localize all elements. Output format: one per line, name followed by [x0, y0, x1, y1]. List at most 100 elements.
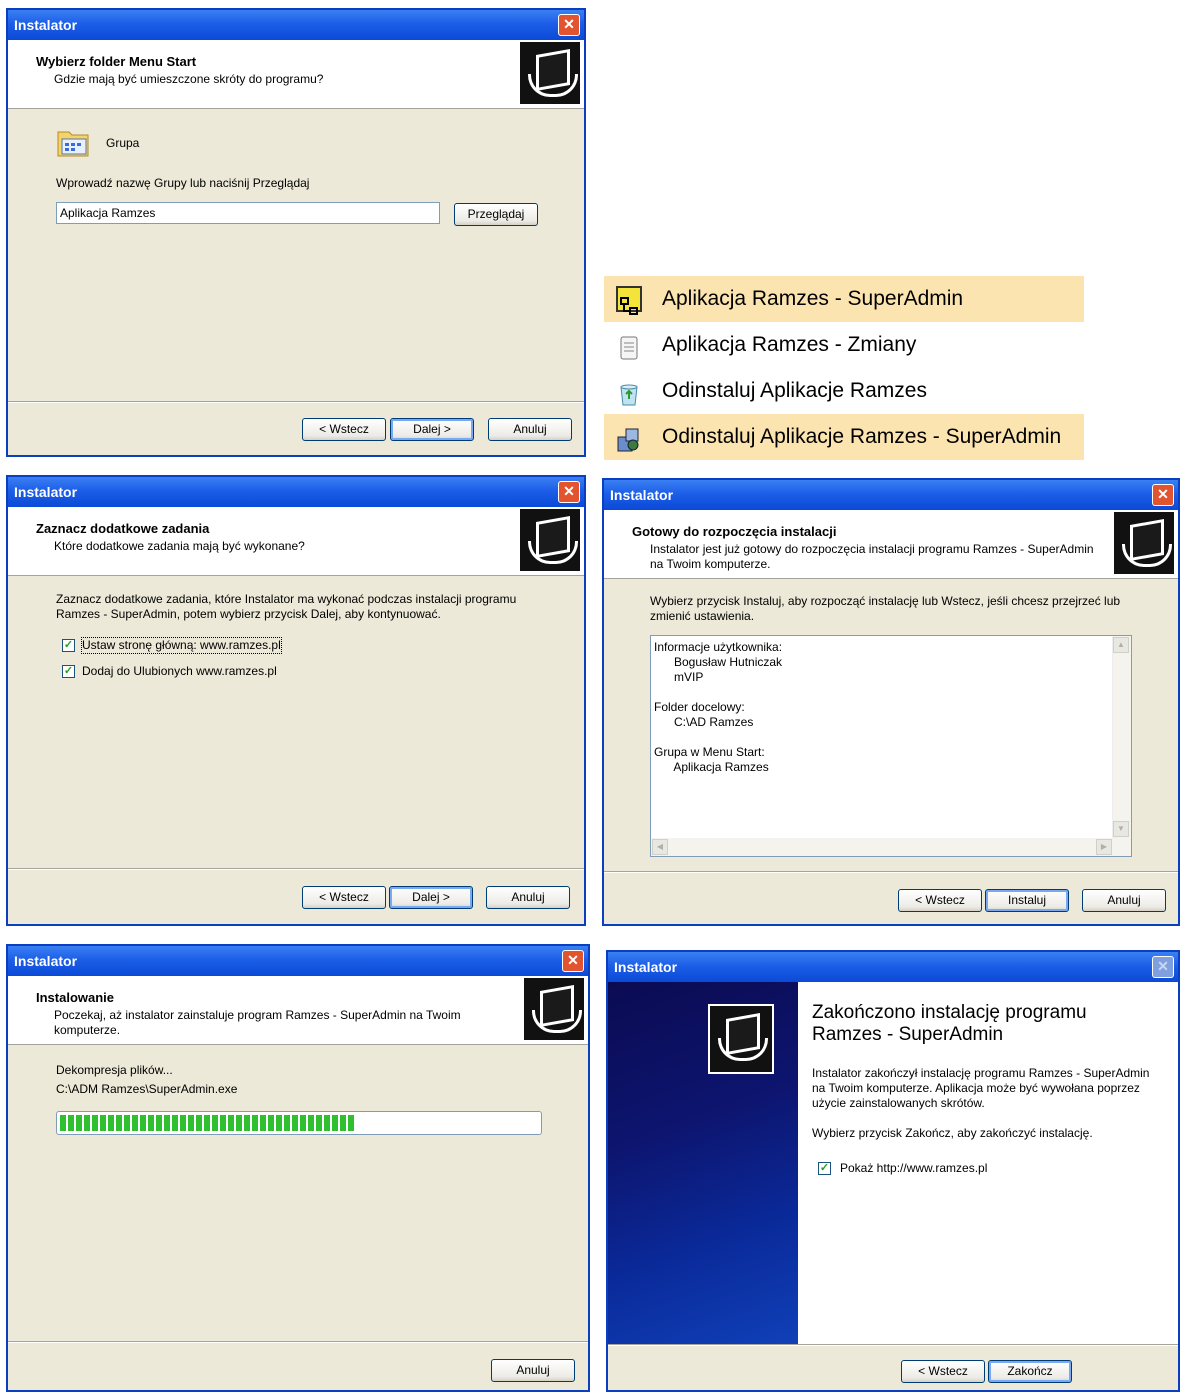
memo-line: C:\AD Ramzes	[654, 715, 754, 729]
page-subtitle: Gdzie mają być umieszczone skróty do pro…	[54, 72, 324, 86]
title-bar[interactable]: Instalator ✕	[8, 10, 584, 40]
scroll-left-icon[interactable]: ◀	[652, 839, 668, 855]
browse-button[interactable]: Przeglądaj	[454, 203, 538, 226]
favorites-task-label[interactable]: Dodaj do Ulubionych www.ramzes.pl	[82, 664, 277, 679]
close-button[interactable]: ✕	[1152, 484, 1174, 506]
progress-fill	[60, 1115, 357, 1131]
cancel-button[interactable]: Anuluj	[491, 1359, 575, 1382]
dialog-finished: Instalator ✕ Zakończono instalację progr…	[606, 950, 1180, 1392]
title-bar[interactable]: Instalator ✕	[604, 480, 1178, 510]
page-title: Instalowanie	[36, 990, 115, 1005]
page-subtitle: Które dodatkowe zadania mają być wykonan…	[54, 539, 305, 553]
memo-line: Grupa w Menu Start:	[654, 745, 765, 759]
finish-heading-line2: Ramzes - SuperAdmin	[812, 1024, 1004, 1045]
cancel-button[interactable]: Anuluj	[1082, 889, 1166, 912]
cancel-button[interactable]: Anuluj	[486, 886, 570, 909]
show-site-checkbox[interactable]: ✓	[818, 1162, 831, 1175]
ready-summary-memo[interactable]: Informacje użytkownika: Bogusław Hutnicz…	[650, 635, 1132, 857]
homepage-task-label[interactable]: Ustaw stronę główną: www.ramzes.pl	[81, 637, 282, 654]
install-status: Dekompresja plików...	[56, 1063, 173, 1077]
menu-item-changes[interactable]: Aplikacja Ramzes - Zmiany	[604, 322, 1084, 368]
footer-divider	[608, 1344, 1178, 1346]
install-button[interactable]: Instaluj	[985, 889, 1069, 912]
footer-divider	[8, 868, 584, 870]
back-button[interactable]: < Wstecz	[302, 418, 386, 441]
page-title: Gotowy do rozpoczęcia instalacji	[632, 524, 837, 539]
group-label: Grupa	[106, 136, 140, 150]
page-subtitle-line1: Poczekaj, aż instalator zainstaluje prog…	[54, 1008, 461, 1022]
finish-body-line1: Instalator zakończył instalację programu…	[812, 1066, 1150, 1080]
back-button[interactable]: < Wstecz	[898, 889, 982, 912]
wizard-header: Zaznacz dodatkowe zadania Które dodatkow…	[8, 507, 584, 576]
installer-computer-icon	[524, 978, 584, 1040]
dialog-installing: Instalator ✕ Instalowanie Poczekaj, aż i…	[6, 944, 590, 1392]
menu-item-superadmin[interactable]: Aplikacja Ramzes - SuperAdmin	[604, 276, 1084, 322]
next-button[interactable]: Dalej >	[389, 886, 473, 909]
dialog-ready-to-install: Instalator ✕ Gotowy do rozpoczęcia insta…	[602, 478, 1180, 926]
horizontal-scrollbar[interactable]: ◀ ▶	[651, 838, 1131, 856]
memo-line	[654, 730, 782, 745]
app-icon	[616, 286, 642, 315]
finish-button[interactable]: Zakończ	[988, 1360, 1072, 1383]
back-button[interactable]: < Wstecz	[901, 1360, 985, 1383]
window-title: Instalator	[14, 484, 78, 500]
installer-computer-icon	[708, 1004, 774, 1074]
notepad-icon	[616, 332, 642, 360]
wizard-header: Gotowy do rozpoczęcia instalacji Instala…	[604, 510, 1178, 579]
group-name-input[interactable]: Aplikacja Ramzes	[56, 202, 440, 224]
uninstall-icon	[616, 424, 642, 452]
tasks-instruction-line2: Ramzes - SuperAdmin, potem wybierz przyc…	[56, 607, 441, 621]
next-button[interactable]: Dalej >	[390, 418, 474, 441]
finish-heading-line1: Zakończono instalację programu	[812, 1002, 1087, 1023]
page-title: Zaznacz dodatkowe zadania	[36, 521, 210, 536]
footer-divider	[8, 401, 584, 403]
page-subtitle-line2: komputerze.	[54, 1023, 121, 1037]
favorites-checkbox[interactable]: ✓	[62, 665, 75, 678]
install-progress-bar	[56, 1111, 542, 1135]
tasks-instruction-line1: Zaznacz dodatkowe zadania, które Instala…	[56, 592, 517, 606]
recycle-icon	[616, 378, 642, 406]
memo-line: Bogusław Hutniczak	[654, 655, 783, 669]
scroll-up-icon[interactable]: ▲	[1113, 637, 1129, 653]
ready-instruction-line2: zmienić ustawienia.	[650, 609, 755, 623]
memo-text: Informacje użytkownika: Bogusław Hutnicz…	[654, 640, 782, 775]
window-title: Instalator	[614, 959, 678, 975]
menu-item-uninstall[interactable]: Odinstaluj Aplikacje Ramzes	[604, 368, 1084, 414]
title-bar[interactable]: Instalator ✕	[8, 477, 584, 507]
menu-item-label: Aplikacja Ramzes - Zmiany	[662, 333, 917, 356]
dialog-additional-tasks: Instalator ✕ Zaznacz dodatkowe zadania K…	[6, 475, 586, 926]
memo-line: Folder docelowy:	[654, 700, 745, 714]
installer-computer-icon	[520, 509, 580, 571]
menu-item-label: Odinstaluj Aplikacje Ramzes	[662, 379, 927, 402]
menu-item-uninstall-superadmin[interactable]: Odinstaluj Aplikacje Ramzes - SuperAdmin	[604, 414, 1084, 460]
menu-item-label: Aplikacja Ramzes - SuperAdmin	[662, 287, 964, 310]
installer-computer-icon	[1114, 512, 1174, 574]
memo-line: Informacje użytkownika:	[654, 640, 783, 654]
close-button: ✕	[1152, 956, 1174, 978]
footer-divider	[604, 871, 1178, 873]
scroll-right-icon[interactable]: ▶	[1096, 839, 1112, 855]
close-button[interactable]: ✕	[558, 14, 580, 36]
close-button[interactable]: ✕	[562, 950, 584, 972]
cancel-button[interactable]: Anuluj	[488, 418, 572, 441]
show-site-label[interactable]: Pokaż http://www.ramzes.pl	[840, 1161, 987, 1176]
install-current-file: C:\ADM Ramzes\SuperAdmin.exe	[56, 1082, 238, 1096]
close-button[interactable]: ✕	[558, 481, 580, 503]
scroll-down-icon[interactable]: ▼	[1113, 821, 1129, 837]
dialog-start-menu-folder: Instalator ✕ Wybierz folder Menu Start G…	[6, 8, 586, 457]
vertical-scrollbar[interactable]: ▲ ▼	[1112, 636, 1131, 838]
window-title: Instalator	[14, 17, 78, 33]
finish-body-line2: na Twoim komputerze. Aplikacja może być …	[812, 1081, 1140, 1095]
title-bar[interactable]: Instalator ✕	[8, 946, 588, 976]
window-title: Instalator	[610, 487, 674, 503]
title-bar[interactable]: Instalator ✕	[608, 952, 1178, 982]
group-instruction: Wprowadź nazwę Grupy lub naciśnij Przegl…	[56, 176, 310, 190]
wizard-header: Instalowanie Poczekaj, aż instalator zai…	[8, 976, 588, 1045]
window-title: Instalator	[14, 953, 78, 969]
homepage-checkbox[interactable]: ✓	[62, 639, 75, 652]
footer-divider	[8, 1341, 588, 1343]
finish-instruction: Wybierz przycisk Zakończ, aby zakończyć …	[812, 1126, 1093, 1140]
back-button[interactable]: < Wstecz	[302, 886, 386, 909]
finish-body-line3: użycie zainstalowanych skrótów.	[812, 1096, 985, 1110]
wizard-side-banner	[608, 982, 798, 1344]
